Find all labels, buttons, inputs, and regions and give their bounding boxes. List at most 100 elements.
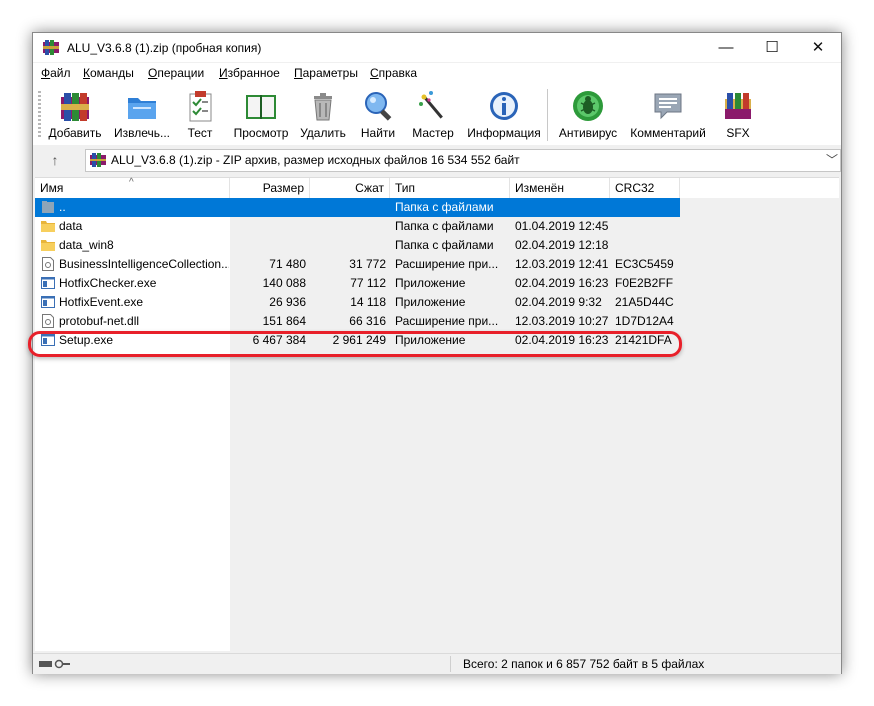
wizard-button[interactable]: Мастер [407,85,459,143]
file-crc: EC3C5459 [615,257,674,271]
parent-folder-icon [41,200,55,214]
file-name: data [59,219,83,233]
antivirus-bug-icon [573,91,603,121]
file-modified: 12.03.2019 10:27 [515,314,609,328]
add-button[interactable]: Добавить [45,85,105,143]
address-field[interactable]: ALU_V3.6.8 (1).zip - ZIP архив, размер и… [85,149,841,172]
magic-wand-icon [419,91,443,119]
file-name: HotfixEvent.exe [59,295,144,309]
file-packed [310,217,386,236]
file-row[interactable]: HotfixEvent.exe 26 936 14 118 Приложение 02.… [35,293,680,312]
menu-bar: Файл Команды Операции Избранное Параметр… [33,63,841,83]
file-row[interactable]: protobuf-net.dll 151 864 66 316 Расширение … [35,312,680,331]
address-bar: ↑ ALU_V3.6.8 (1).zip - ZIP архив, размер… [33,146,841,175]
window-title: ALU_V3.6.8 (1).zip (пробная копия) [67,41,262,55]
dll-icon [41,257,55,271]
column-crc[interactable]: CRC32 [610,178,680,198]
maximize-button[interactable]: ☐ [749,33,795,62]
minimize-button[interactable]: — [703,33,749,62]
info-button[interactable]: Информация [465,85,543,143]
file-crc [615,217,679,236]
file-size [230,236,306,255]
file-size: 71 480 [269,257,306,271]
file-size [230,198,306,217]
setup-row-highlight [28,331,682,357]
file-crc: 1D7D12A4 [615,314,674,328]
extract-button[interactable]: Извлечь... [109,85,175,143]
magnifier-icon [365,92,392,121]
file-name: HotfixChecker.exe [59,276,157,290]
comment-button[interactable]: Комментарий [627,85,709,143]
file-row[interactable]: .. Папка с файлами [35,198,680,217]
winrar-archive-icon [90,153,106,167]
file-modified: 01.04.2019 12:45 [515,219,609,233]
exe-icon [41,276,55,290]
toolbar-separator [547,89,548,141]
column-name[interactable]: Имя ^ [35,177,230,198]
up-folder-button[interactable]: ↑ [45,151,65,169]
menu-file[interactable]: Файл [41,66,71,80]
menu-favorites[interactable]: Избранное [219,66,280,80]
exe-icon [41,295,55,309]
info-icon [490,92,518,120]
column-modified[interactable]: Изменён [510,178,610,198]
file-packed: 31 772 [349,257,386,271]
list-header: Имя ^ Размер Сжат Тип Изменён CRC32 [35,177,839,198]
file-type: Приложение [395,295,466,309]
winrar-app-icon [43,40,59,55]
file-crc [615,198,679,217]
file-crc: 21A5D44C [615,295,674,309]
file-packed: 77 112 [350,276,386,290]
file-type: Папка с файлами [395,200,494,214]
file-type: Расширение при... [395,314,499,328]
folder-icon [41,238,55,252]
file-size: 151 864 [262,314,306,328]
file-modified: 12.03.2019 12:41 [515,257,609,271]
clipboard-test-icon [189,91,212,122]
close-button[interactable]: ✕ [795,33,841,62]
status-text: Всего: 2 папок и 6 857 752 байт в 5 файл… [463,657,705,671]
status-separator [450,656,451,672]
menu-options[interactable]: Параметры [294,66,358,80]
book-view-icon [246,95,276,119]
column-packed[interactable]: Сжат [310,178,390,198]
file-name: protobuf-net.dll [59,314,140,328]
column-type[interactable]: Тип [390,178,510,198]
dll-icon [41,314,55,328]
address-dropdown-icon[interactable]: ﹀ [826,150,838,171]
delete-button[interactable]: Удалить [295,85,351,143]
file-modified [515,198,610,217]
antivirus-button[interactable]: Антивирус [555,85,621,143]
title-bar: ALU_V3.6.8 (1).zip (пробная копия) — ☐ ✕ [33,33,841,62]
status-bar: Всего: 2 папок и 6 857 752 байт в 5 файл… [33,653,841,674]
test-button[interactable]: Тест [179,85,221,143]
file-crc [615,236,679,255]
sfx-archive-icon [725,93,751,119]
file-row[interactable]: HotfixChecker.exe 140 088 77 112 Приложение… [35,274,680,293]
file-packed: 14 118 [350,295,386,309]
drive-key-icon [39,659,70,669]
menu-operations[interactable]: Операции [148,66,204,80]
find-button[interactable]: Найти [355,85,401,143]
sfx-button[interactable]: SFX [715,85,761,143]
toolbar-grip[interactable] [38,91,41,139]
column-size[interactable]: Размер [230,178,310,198]
file-modified: 02.04.2019 12:18 [515,238,609,252]
file-modified: 02.04.2019 9:32 [515,295,602,309]
file-row[interactable]: data_win8 Папка с файлами 02.04.2019 12:18 [35,236,680,255]
toolbar: Добавить Извлечь... Тест Просмотр Удалит… [33,83,841,145]
file-name: .. [59,200,66,214]
file-packed [310,236,386,255]
trash-icon [314,93,332,121]
file-type: Расширение при... [395,257,499,271]
file-row[interactable]: data Папка с файлами 01.04.2019 12:45 [35,217,680,236]
file-name: data_win8 [59,238,114,252]
file-row[interactable]: BusinessIntelligenceCollection... 71 480 3… [35,255,680,274]
folder-icon [41,219,55,233]
view-button[interactable]: Просмотр [229,85,293,143]
menu-help[interactable]: Справка [370,66,417,80]
file-crc: F0E2B2FF [615,276,674,290]
folder-extract-icon [128,98,156,119]
file-modified: 02.04.2019 16:23 [515,276,609,290]
menu-commands[interactable]: Команды [83,66,134,80]
